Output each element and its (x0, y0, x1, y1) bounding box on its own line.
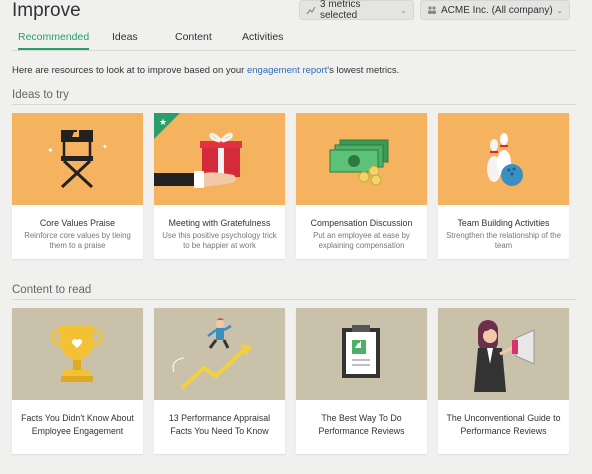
content-heading: Content to read (12, 284, 92, 296)
card-title: Compensation Discussion (310, 218, 413, 228)
ideas-heading: Ideas to try (12, 89, 69, 101)
card-title: The Unconventional Guide to Performance … (446, 413, 561, 436)
director-chair-icon: ✦ ✦ (12, 113, 143, 205)
chevron-down-icon: ⌄ (400, 5, 407, 15)
metrics-dropdown[interactable]: 3 metrics selected ⌄ (299, 0, 414, 21)
idea-card-gratefulness[interactable]: ★ Meeting with Gratefulness Use this pos… (154, 113, 285, 259)
card-title: 13 Performance Appraisal Facts You Need … (168, 413, 271, 436)
megaphone-icon (438, 308, 569, 400)
company-dropdown-label: ACME Inc. (All company) (441, 4, 553, 16)
tab-recommended[interactable]: Recommended (18, 31, 90, 50)
chevron-down-icon: ⌄ (556, 5, 563, 15)
tab-ideas[interactable]: Ideas (112, 31, 138, 48)
card-title: Meeting with Gratefulness (168, 218, 271, 228)
content-card-unconventional-guide[interactable]: The Unconventional Guide to Performance … (438, 308, 569, 454)
card-description: Put an employee at ease by explaining co… (313, 231, 410, 250)
chart-icon (306, 5, 316, 15)
page-title: Improve (12, 0, 81, 21)
metrics-dropdown-label: 3 metrics selected (320, 0, 361, 21)
engagement-report-link[interactable]: engagement report (247, 65, 327, 76)
growth-arrow-icon (154, 308, 285, 400)
company-dropdown[interactable]: ACME Inc. (All company) ⌄ (420, 0, 570, 20)
card-title: Team Building Activities (457, 218, 550, 228)
tab-bar: Recommended Ideas Content Activities (12, 30, 576, 51)
content-card-best-way[interactable]: The Best Way To Do Performance Reviews (296, 308, 427, 454)
card-title: Facts You Didn't Know About Employee Eng… (21, 413, 134, 436)
svg-text:✦: ✦ (47, 146, 54, 155)
money-icon (296, 113, 427, 205)
intro-text: Here are resources to look at to improve… (12, 65, 399, 76)
idea-card-team-building[interactable]: Team Building Activities Strengthen the … (438, 113, 569, 259)
bowling-icon (438, 113, 569, 205)
content-card-appraisal-facts[interactable]: 13 Performance Appraisal Facts You Need … (154, 308, 285, 454)
tab-activities[interactable]: Activities (242, 31, 283, 48)
idea-card-core-values[interactable]: ✦ ✦ Core Values Praise Reinforce core va… (12, 113, 143, 259)
intro-before: Here are resources to look at to improve… (12, 65, 247, 76)
svg-text:★: ★ (159, 117, 167, 127)
card-title: The Best Way To Do Performance Reviews (318, 413, 405, 436)
people-icon (427, 5, 437, 15)
svg-text:✦: ✦ (102, 143, 108, 151)
content-card-employee-engagement[interactable]: Facts You Didn't Know About Employee Eng… (12, 308, 143, 454)
card-description: Use this positive psychology trick to be… (162, 231, 277, 250)
idea-card-compensation[interactable]: Compensation Discussion Put an employee … (296, 113, 427, 259)
content-divider (12, 299, 576, 300)
intro-after: 's lowest metrics. (327, 65, 400, 76)
trophy-icon (12, 308, 143, 400)
clipboard-icon (296, 308, 427, 400)
card-description: Reinforce core values by tieing them to … (24, 231, 131, 250)
tab-content[interactable]: Content (175, 31, 212, 48)
card-description: Strengthen the relationship of the team (446, 231, 561, 250)
gift-icon: ★ (154, 113, 285, 205)
ideas-divider (12, 104, 576, 105)
card-title: Core Values Praise (39, 218, 116, 228)
